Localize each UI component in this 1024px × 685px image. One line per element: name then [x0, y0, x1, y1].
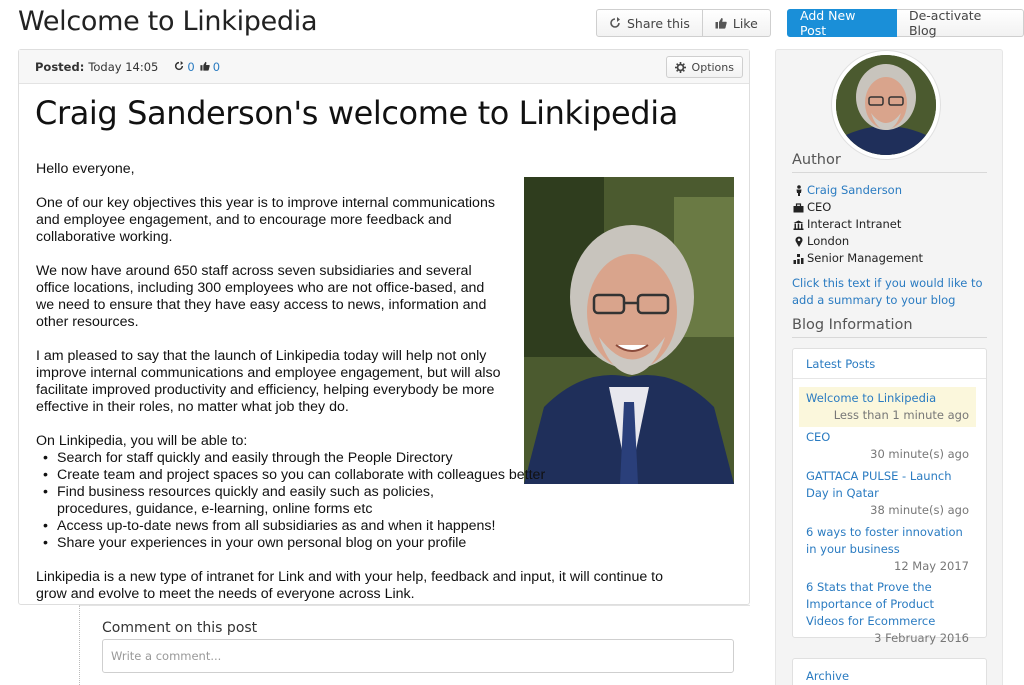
person-icon — [793, 185, 804, 196]
blog-actions-group: Add New Post De-activate Blog — [787, 8, 1024, 38]
author-location: London — [807, 234, 850, 248]
post-body: Hello everyone, One of our key objective… — [36, 161, 696, 620]
latest-posts-title[interactable]: Latest Posts — [806, 357, 875, 371]
post-meta-bar: Posted: Today 14:05 0 0 Options — [19, 50, 749, 84]
latest-post-time: 3 February 2016 — [874, 631, 969, 645]
archive-panel: Archive — [792, 658, 987, 685]
post-paragraph: One of our key objectives this year is t… — [36, 195, 495, 245]
like-button[interactable]: Like — [702, 9, 771, 37]
list-item: Search for staff quickly and easily thro… — [42, 450, 696, 467]
post-panel: Posted: Today 14:05 0 0 Options Craig Sa… — [18, 49, 750, 605]
author-company-row: Interact Intranet — [793, 216, 923, 233]
building-icon — [793, 220, 804, 230]
sidebar: Author Craig Sanderson CEO Interact Intr… — [775, 49, 1003, 685]
post-closing: Linkipedia is a new type of intranet for… — [36, 569, 663, 602]
thumbs-up-icon — [200, 60, 210, 74]
author-name-link[interactable]: Craig Sanderson — [807, 182, 902, 199]
deactivate-blog-button[interactable]: De-activate Blog — [896, 8, 1024, 38]
author-name-row: Craig Sanderson — [793, 182, 923, 199]
share-icon — [174, 60, 184, 74]
author-department: Senior Management — [807, 251, 924, 265]
add-new-post-button[interactable]: Add New Post — [787, 8, 897, 38]
like-label: Like — [732, 15, 758, 31]
like-count-value: 0 — [212, 59, 221, 74]
list-item: Access up-to-date news from all subsidia… — [42, 518, 696, 535]
post-greeting: Hello everyone, — [36, 161, 135, 177]
posted-time: Today 14:05 — [88, 59, 159, 74]
briefcase-icon — [793, 202, 804, 213]
options-label: Options — [691, 60, 734, 74]
thumbs-up-icon — [715, 17, 727, 29]
latest-post-title[interactable]: Welcome to Linkipedia — [806, 390, 969, 407]
like-count[interactable]: 0 — [200, 60, 220, 74]
list-item: Find business resources quickly and easi… — [42, 484, 512, 518]
author-details: Craig Sanderson CEO Interact Intranet Lo… — [793, 182, 923, 267]
author-role-row: CEO — [793, 199, 923, 216]
latest-post-item[interactable]: CEO 30 minute(s) ago — [799, 426, 976, 466]
page-title: Welcome to Linkipedia — [18, 6, 318, 37]
divider — [793, 378, 986, 379]
post-feature-list: Search for staff quickly and easily thro… — [42, 450, 696, 552]
comment-input[interactable] — [102, 639, 734, 673]
avatar[interactable] — [836, 55, 936, 155]
latest-post-title[interactable]: CEO — [806, 429, 969, 446]
comment-label: Comment on this post — [102, 620, 258, 636]
latest-post-time: 38 minute(s) ago — [870, 503, 969, 517]
author-company: Interact Intranet — [807, 217, 902, 231]
latest-post-time: Less than 1 minute ago — [833, 408, 969, 422]
options-button[interactable]: Options — [665, 56, 743, 78]
latest-post-title[interactable]: 6 ways to foster innovation in your busi… — [806, 524, 969, 558]
share-button[interactable]: Share this — [596, 9, 703, 37]
author-department-row: Senior Management — [793, 250, 923, 267]
share-icon — [609, 17, 621, 29]
latest-posts-panel: Latest Posts Welcome to Linkipedia Less … — [792, 348, 987, 645]
latest-post-title[interactable]: 6 Stats that Prove the Importance of Pro… — [806, 579, 969, 630]
author-location-row: London — [793, 233, 923, 250]
post-heading: Craig Sanderson's welcome to Linkipedia — [35, 94, 678, 132]
share-count-value: 0 — [187, 59, 195, 74]
latest-post-item[interactable]: 6 ways to foster innovation in your busi… — [799, 521, 976, 578]
author-role: CEO — [807, 200, 832, 214]
author-heading: Author — [792, 152, 987, 173]
posted-label: Posted: — [35, 59, 85, 74]
org-chart-icon — [793, 253, 804, 264]
post-paragraph: We now have around 650 staff across seve… — [36, 263, 487, 330]
gear-icon — [674, 61, 686, 73]
post-paragraph: I am pleased to say that the launch of L… — [36, 348, 501, 415]
latest-post-item[interactable]: GATTACA PULSE - Launch Day in Qatar 38 m… — [799, 465, 976, 522]
post-list-intro: On Linkipedia, you will be able to: — [36, 433, 248, 449]
latest-post-item[interactable]: 6 Stats that Prove the Importance of Pro… — [799, 576, 976, 650]
latest-post-title[interactable]: GATTACA PULSE - Launch Day in Qatar — [806, 468, 969, 502]
latest-post-time: 30 minute(s) ago — [870, 447, 969, 461]
archive-title[interactable]: Archive — [806, 669, 849, 683]
latest-post-item[interactable]: Welcome to Linkipedia Less than 1 minute… — [799, 387, 976, 427]
add-summary-link[interactable]: Click this text if you would like to add… — [792, 275, 992, 309]
latest-post-time: 12 May 2017 — [894, 559, 969, 573]
list-item: Create team and project spaces so you ca… — [42, 467, 696, 484]
share-label: Share this — [627, 15, 690, 31]
share-count[interactable]: 0 — [174, 59, 195, 74]
avatar-frame — [831, 50, 941, 160]
map-pin-icon — [793, 236, 804, 247]
comment-section: Comment on this post — [79, 605, 750, 685]
list-item: Share your experiences in your own perso… — [42, 535, 696, 552]
blog-info-heading: Blog Information — [792, 317, 987, 338]
share-like-group: Share this Like — [596, 9, 771, 37]
